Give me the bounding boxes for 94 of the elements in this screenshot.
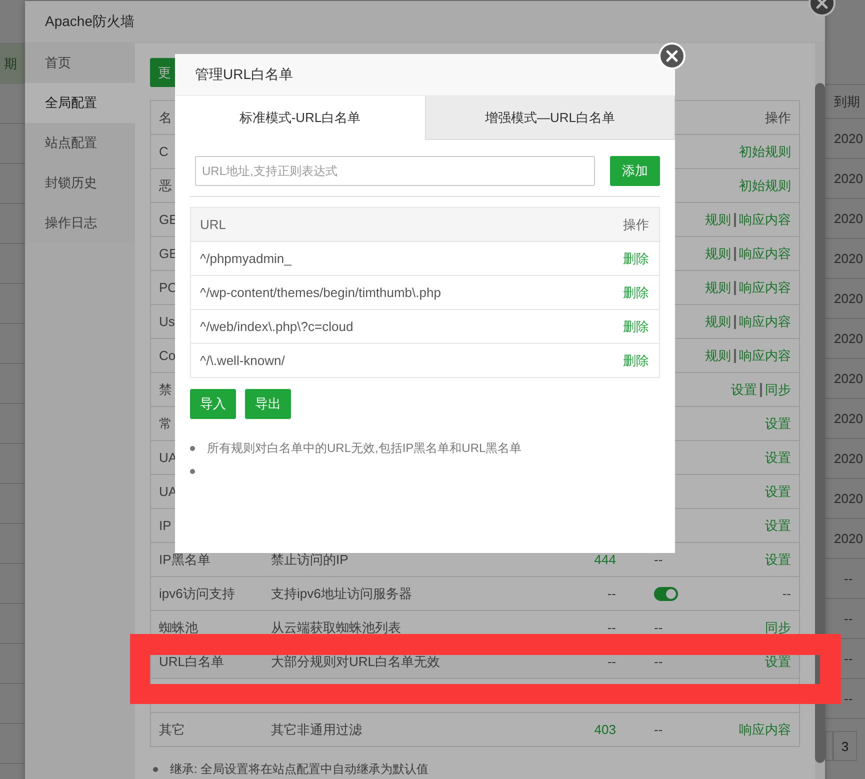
action-link[interactable]: 设置 — [765, 516, 791, 534]
action-link[interactable]: 规则 — [705, 278, 731, 296]
table-cell: 禁 — [159, 382, 172, 396]
table-cell: URL白名单 — [159, 654, 224, 668]
window-title: Apache防火墙 — [45, 12, 134, 30]
table-cell: 常 — [159, 416, 172, 430]
table-cell: -- — [654, 654, 663, 669]
column-header: 到期 — [834, 92, 860, 110]
action-link[interactable]: 设置 — [731, 380, 757, 398]
table-cell: 恶 — [159, 178, 172, 192]
action-link[interactable]: 同步 — [765, 618, 791, 636]
table-cell: 2020 — [834, 131, 863, 146]
action-link[interactable]: 初始规则 — [739, 176, 791, 194]
action-link[interactable]: 设置 — [765, 652, 791, 670]
table-cell: -- — [607, 586, 616, 601]
table-cell: -- — [844, 691, 853, 706]
table-cell: IP黑名单 — [159, 552, 210, 566]
bullet-icon — [153, 767, 158, 772]
table-cell: 从云端获取蜘蛛池列表 — [271, 620, 401, 634]
delete-link[interactable]: 删除 — [623, 318, 649, 336]
table-cell: 大部分规则对URL白名单无效 — [271, 654, 440, 668]
table-cell: -- — [607, 654, 616, 669]
action-link[interactable]: 响应内容 — [739, 278, 791, 296]
page-button[interactable] — [825, 731, 833, 761]
action-link[interactable]: 规则 — [705, 346, 731, 364]
delete-link[interactable]: 删除 — [623, 352, 649, 370]
action-link[interactable]: 初始规则 — [739, 142, 791, 160]
table-cell: 其它 — [159, 722, 185, 736]
table-cell: 2020 — [834, 171, 863, 186]
table-cell: 蜘蛛池 — [159, 620, 198, 634]
action-link[interactable]: 响应内容 — [739, 210, 791, 228]
table-cell: ^/\.well-known/ — [200, 353, 285, 368]
action-link[interactable]: 响应内容 — [739, 244, 791, 262]
table-cell: -- — [654, 552, 663, 567]
action-link[interactable]: 响应内容 — [739, 312, 791, 330]
table-cell: 2020 — [834, 291, 863, 306]
action-link[interactable]: 同步 — [765, 380, 791, 398]
action-link[interactable]: 设置 — [765, 482, 791, 500]
toggle-switch[interactable] — [654, 586, 678, 600]
table-cell: 禁止访问的IP — [271, 552, 348, 566]
action-link[interactable]: 规则 — [705, 244, 731, 262]
delete-link[interactable]: 删除 — [623, 284, 649, 302]
page-button[interactable]: 3 — [833, 731, 857, 761]
delete-link[interactable]: 删除 — [623, 250, 649, 268]
action-link[interactable]: 设置 — [765, 414, 791, 432]
table-cell: -- — [654, 722, 663, 737]
table-cell: -- — [782, 586, 791, 601]
table-cell: -- — [607, 620, 616, 635]
action-link[interactable]: 响应内容 — [739, 720, 791, 738]
table-cell: Co — [159, 348, 176, 363]
dialog-title: 管理URL白名单 — [195, 66, 294, 84]
table-cell: 支持ipv6地址访问服务器 — [271, 586, 412, 600]
table-cell: ^/web/index\.php\?c=cloud — [200, 319, 354, 334]
action-link[interactable]: 规则 — [705, 312, 731, 330]
table-cell: ^/wp-content/themes/begin/timthumb\.php — [200, 285, 441, 300]
table-cell: 403 — [594, 722, 616, 737]
sidebar-item[interactable]: 全局配置 — [25, 83, 135, 123]
action-link[interactable]: 设置 — [765, 448, 791, 466]
table-cell: 2020 — [834, 211, 863, 226]
table-cell: 2020 — [834, 331, 863, 346]
table-cell: 其它非通用过滤 — [271, 722, 362, 736]
table-cell: C — [159, 144, 168, 159]
table-cell: 2020 — [834, 531, 863, 546]
action-link[interactable]: 响应内容 — [739, 346, 791, 364]
column-header: 名 — [159, 110, 172, 124]
table-cell: 2020 — [834, 371, 863, 386]
action-link[interactable]: 规则 — [705, 210, 731, 228]
table-cell: 444 — [594, 552, 616, 567]
note-text: 继承: 全局设置将在站点配置中自动继承为默认值 — [170, 761, 429, 778]
table-cell: Us — [159, 314, 175, 329]
bullet-icon — [190, 446, 195, 451]
table-cell: ipv6访问支持 — [159, 586, 235, 600]
table-cell: -- — [844, 571, 853, 586]
column-header: URL — [200, 217, 226, 232]
add-button[interactable]: 添加 — [610, 156, 660, 186]
column-header: 操作 — [765, 108, 791, 126]
table-cell: 2020 — [834, 251, 863, 266]
table-cell: -- — [844, 611, 853, 626]
action-link[interactable]: 设置 — [765, 550, 791, 568]
tab[interactable]: 增强模式—URL白名单 — [425, 96, 675, 140]
scrollbar[interactable] — [815, 43, 825, 779]
column-header: 期 — [3, 55, 17, 73]
import-export-button[interactable]: 导出 — [245, 389, 291, 419]
table-cell: 2020 — [834, 491, 863, 506]
table-cell: 2020 — [834, 451, 863, 466]
table-cell: 2020 — [834, 411, 863, 426]
import-export-button[interactable]: 导入 — [190, 389, 236, 419]
url-input-field[interactable]: URL地址,支持正则表达式 — [195, 156, 595, 186]
column-header: 操作 — [623, 216, 649, 234]
table-cell: ^/phpmyadmin_ — [200, 251, 292, 266]
table-cell: IP — [159, 518, 172, 533]
note-text: 所有规则对白名单中的URL无效,包括IP黑名单和URL黑名单 — [207, 440, 522, 457]
table-cell: -- — [654, 620, 663, 635]
table-cell: -- — [844, 651, 853, 666]
